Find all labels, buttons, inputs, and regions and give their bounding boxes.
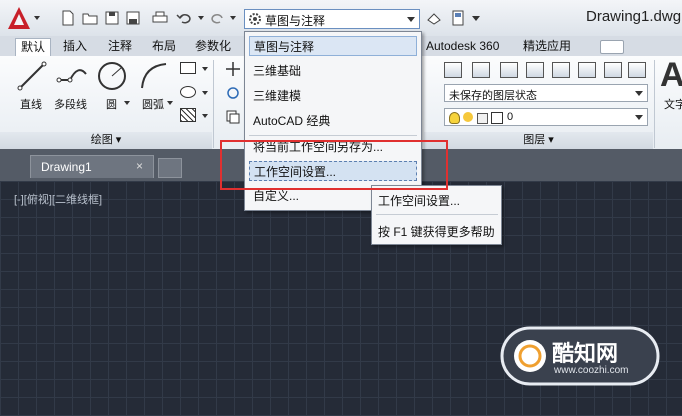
lock-icon bbox=[477, 113, 488, 124]
tab-default[interactable]: 默认 bbox=[15, 38, 52, 56]
new-tab-button[interactable] bbox=[158, 158, 182, 178]
workspace-combo-value: 草图与注释 bbox=[265, 14, 326, 28]
copy-tool-icon[interactable] bbox=[226, 110, 240, 124]
menu-item-3d-basics[interactable]: 三维基础 bbox=[249, 61, 417, 81]
undo-dropdown-icon[interactable] bbox=[198, 16, 204, 20]
ellipse-tool-icon[interactable] bbox=[180, 86, 196, 98]
viewport-controls[interactable]: [-][俯视][二维线框] bbox=[14, 191, 102, 207]
redo-icon[interactable] bbox=[210, 10, 226, 26]
customize-qa-dropdown-icon[interactable] bbox=[472, 16, 480, 21]
workspace-switch-icon[interactable] bbox=[426, 10, 442, 26]
arc-tool-label[interactable]: 圆弧 bbox=[142, 96, 164, 112]
layer-tool-icon-8[interactable] bbox=[628, 62, 646, 78]
panel-divider bbox=[213, 60, 214, 148]
save-as-icon[interactable] bbox=[125, 10, 141, 26]
draw-panel-title[interactable]: 绘图 ▾ bbox=[0, 132, 212, 149]
chevron-down-icon bbox=[635, 91, 643, 96]
workspace-settings-tooltip: 工作空间设置... 按 F1 键获得更多帮助 bbox=[371, 185, 502, 245]
print-icon[interactable] bbox=[152, 10, 168, 26]
menu-item-3d-modeling[interactable]: 三维建模 bbox=[249, 86, 417, 106]
tab-annotate[interactable]: 注释 bbox=[103, 38, 137, 55]
circle-tool-icon[interactable] bbox=[96, 60, 128, 92]
gear-icon bbox=[249, 13, 261, 25]
layer-state-select[interactable]: 未保存的图层状态 bbox=[444, 84, 648, 102]
document-tab-label: Drawing1 bbox=[41, 160, 92, 174]
workspace-combo[interactable]: 草图与注释 bbox=[244, 9, 420, 29]
open-folder-icon[interactable] bbox=[82, 10, 98, 26]
text-tool-label[interactable]: 文字 bbox=[664, 96, 682, 112]
watermark-url: www.coozhi.com bbox=[554, 365, 629, 376]
layer-color-swatch bbox=[491, 112, 503, 124]
app-menu-chevron-icon[interactable] bbox=[34, 16, 40, 20]
hatch-tool-icon[interactable] bbox=[180, 108, 196, 122]
tab-layout[interactable]: 布局 bbox=[147, 38, 181, 55]
layer-value: 0 bbox=[507, 111, 514, 123]
rectangle-dropdown-icon[interactable] bbox=[202, 67, 208, 71]
tooltip-title: 工作空间设置... bbox=[378, 194, 461, 208]
polyline-tool-label[interactable]: 多段线 bbox=[54, 96, 87, 112]
layout-icon[interactable] bbox=[450, 10, 466, 26]
watermark: 酷知网 www.coozhi.com bbox=[500, 322, 660, 390]
circle-dropdown-icon[interactable] bbox=[124, 101, 130, 105]
rectangle-tool-icon[interactable] bbox=[180, 62, 196, 74]
line-tool-label[interactable]: 直线 bbox=[20, 96, 42, 112]
tab-parametric[interactable]: 参数化 bbox=[190, 38, 236, 55]
tooltip-help-text: 按 F1 键获得更多帮助 bbox=[378, 225, 495, 239]
text-tool-icon[interactable]: A bbox=[660, 56, 682, 95]
undo-icon[interactable] bbox=[176, 10, 192, 26]
new-file-icon[interactable] bbox=[60, 10, 76, 26]
hatch-dropdown-icon[interactable] bbox=[202, 114, 208, 118]
polyline-tool-icon[interactable] bbox=[56, 60, 90, 92]
layer-select[interactable]: 0 bbox=[444, 108, 648, 126]
panel-divider bbox=[654, 60, 655, 148]
autocad-logo-icon[interactable] bbox=[6, 5, 32, 31]
layer-tool-icon-6[interactable] bbox=[578, 62, 596, 78]
window-title: Drawing1.dwg bbox=[586, 8, 682, 25]
tab-insert[interactable]: 插入 bbox=[58, 38, 92, 55]
highlight-annotation bbox=[220, 140, 448, 190]
layer-tool-icon-4[interactable] bbox=[526, 62, 544, 78]
tab-featured-apps[interactable]: 精选应用 bbox=[518, 38, 576, 55]
layer-tool-icon-3[interactable] bbox=[500, 62, 518, 78]
chevron-down-icon bbox=[635, 115, 643, 120]
redo-dropdown-icon[interactable] bbox=[230, 16, 236, 20]
layer-state-value: 未保存的图层状态 bbox=[449, 90, 537, 102]
layer-tool-icon-5[interactable] bbox=[552, 62, 570, 78]
ribbon-options-button[interactable] bbox=[600, 40, 624, 54]
chevron-down-icon bbox=[407, 17, 415, 22]
watermark-name: 酷知网 bbox=[552, 341, 619, 366]
ellipse-dropdown-icon[interactable] bbox=[202, 91, 208, 95]
menu-item-drafting-annotation[interactable]: 草图与注释 bbox=[249, 36, 417, 56]
circle-tool-label[interactable]: 圆 bbox=[106, 96, 117, 112]
lightbulb-icon bbox=[449, 112, 460, 124]
tab-autodesk-360[interactable]: Autodesk 360 bbox=[421, 38, 504, 55]
layer-tool-icon-2[interactable] bbox=[472, 62, 490, 78]
rotate-tool-icon[interactable] bbox=[226, 86, 240, 100]
menu-separator bbox=[249, 135, 417, 136]
layer-panel-label: 图层 bbox=[523, 134, 546, 146]
sun-icon bbox=[463, 112, 473, 122]
tooltip-separator bbox=[376, 214, 498, 215]
menu-item-autocad-classic[interactable]: AutoCAD 经典 bbox=[249, 111, 417, 131]
layer-tool-icon-1[interactable] bbox=[444, 62, 462, 78]
close-icon[interactable]: × bbox=[136, 159, 143, 173]
draw-panel-label: 绘图 bbox=[90, 134, 113, 146]
document-tab[interactable]: Drawing1 × bbox=[30, 155, 154, 178]
layer-panel-title[interactable]: 图层 ▾ bbox=[424, 132, 653, 149]
layer-tool-icon-7[interactable] bbox=[604, 62, 622, 78]
move-tool-icon[interactable] bbox=[226, 62, 240, 76]
save-icon[interactable] bbox=[104, 10, 120, 26]
line-tool-icon[interactable] bbox=[16, 60, 48, 92]
arc-tool-icon[interactable] bbox=[138, 60, 170, 92]
arc-dropdown-icon[interactable] bbox=[167, 101, 173, 105]
